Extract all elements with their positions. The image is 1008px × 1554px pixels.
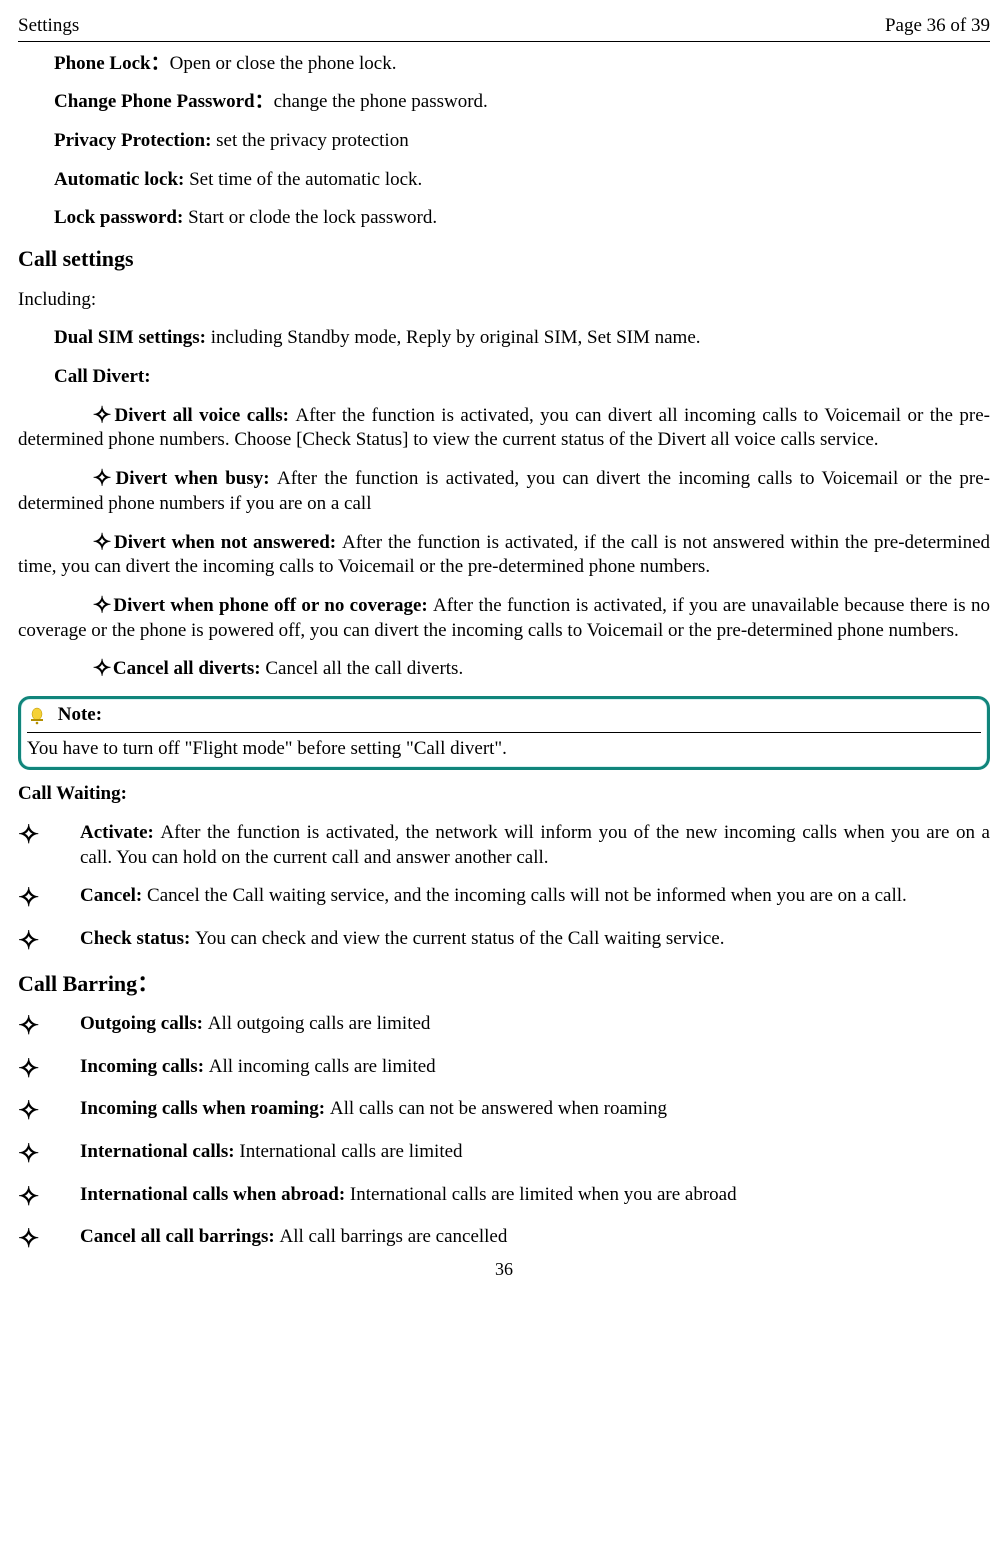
bell-icon [27, 706, 47, 726]
divert-all-voice-label: Divert all voice calls: [115, 405, 296, 426]
divert-busy-label: Divert when busy: [115, 468, 276, 489]
diamond-icon: ✧ [13, 1010, 84, 1043]
lock-password-item: Lock password: Start or clode the lock p… [18, 206, 990, 231]
privacy-item: Privacy Protection: set the privacy prot… [18, 129, 990, 154]
diamond-icon: ✧ [13, 819, 84, 852]
call-waiting-cancel-text: Cancel the Call waiting service, and the… [147, 885, 907, 906]
barring-international-text: International calls are limited [239, 1141, 462, 1162]
barring-international-abroad-label: International calls when abroad: [80, 1184, 350, 1205]
call-waiting-activate-item: ✧ Activate: After the function is activa… [18, 821, 990, 870]
privacy-label: Privacy Protection: [54, 130, 216, 151]
header-title: Settings [18, 14, 79, 39]
diamond-icon: ✧ [48, 528, 112, 557]
barring-international-abroad-text: International calls are limited when you… [350, 1184, 737, 1205]
barring-international-label: International calls: [80, 1141, 239, 1162]
header-page-indicator: Page 36 of 39 [885, 14, 990, 39]
automatic-lock-label: Automatic lock: [54, 169, 189, 190]
barring-cancel-all-text: All call barrings are cancelled [279, 1226, 507, 1247]
divert-busy-item: ✧ Divert when busy: After the function i… [18, 467, 990, 516]
call-waiting-activate-text: After the function is activated, the net… [80, 822, 990, 868]
call-waiting-check-label: Check status: [80, 928, 195, 949]
phone-lock-label: Phone Lock： [54, 53, 170, 74]
cancel-all-diverts-text: Cancel all the call diverts. [265, 658, 463, 679]
call-waiting-cancel-label: Cancel: [80, 885, 147, 906]
call-waiting-check-item: ✧ Check status: You can check and view t… [18, 927, 990, 956]
diamond-icon: ✧ [13, 1180, 84, 1213]
dual-sim-text: including Standby mode, Reply by origina… [211, 327, 701, 348]
change-password-item: Change Phone Password：change the phone p… [18, 90, 990, 115]
barring-outgoing-text: All outgoing calls are limited [208, 1013, 431, 1034]
diamond-icon: ✧ [13, 1053, 84, 1086]
call-settings-heading: Call settings [18, 245, 990, 274]
phone-lock-text: Open or close the phone lock. [170, 53, 397, 74]
note-title: Note: [58, 704, 102, 725]
barring-roaming-text: All calls can not be answered when roami… [330, 1098, 667, 1119]
call-waiting-activate-label: Activate: [80, 822, 160, 843]
including-text: Including: [18, 288, 990, 313]
divert-no-coverage-label: Divert when phone off or no coverage: [113, 595, 433, 616]
barring-incoming-item: ✧ Incoming calls: All incoming calls are… [18, 1055, 990, 1084]
barring-roaming-item: ✧ Incoming calls when roaming: All calls… [18, 1097, 990, 1126]
page-number: 36 [18, 1258, 990, 1281]
barring-incoming-text: All incoming calls are limited [209, 1056, 436, 1077]
divert-no-coverage-item: ✧ Divert when phone off or no coverage: … [18, 594, 990, 643]
call-barring-heading: Call Barring： [18, 970, 990, 999]
barring-cancel-all-label: Cancel all call barrings: [80, 1226, 279, 1247]
privacy-text: set the privacy protection [216, 130, 409, 151]
barring-international-abroad-item: ✧ International calls when abroad: Inter… [18, 1183, 990, 1212]
page-header: Settings Page 36 of 39 [18, 14, 990, 42]
divert-not-answered-label: Divert when not answered: [114, 532, 342, 553]
lock-password-text: Start or clode the lock password. [188, 207, 437, 228]
barring-incoming-label: Incoming calls: [80, 1056, 209, 1077]
diamond-icon: ✧ [13, 1095, 84, 1128]
call-waiting-cancel-item: ✧ Cancel: Cancel the Call waiting servic… [18, 884, 990, 913]
cancel-all-diverts-label: Cancel all diverts: [113, 658, 266, 679]
note-body: You have to turn off "Flight mode" befor… [27, 738, 507, 759]
diamond-icon: ✧ [13, 1223, 84, 1256]
automatic-lock-text: Set time of the automatic lock. [189, 169, 422, 190]
diamond-icon: ✧ [48, 401, 112, 430]
phone-lock-item: Phone Lock：Open or close the phone lock. [18, 52, 990, 77]
diamond-icon: ✧ [13, 882, 84, 915]
note-divider [27, 732, 981, 733]
barring-outgoing-label: Outgoing calls: [80, 1013, 208, 1034]
diamond-icon: ✧ [48, 654, 112, 683]
barring-cancel-all-item: ✧ Cancel all call barrings: All call bar… [18, 1225, 990, 1254]
diamond-icon: ✧ [13, 925, 84, 958]
diamond-icon: ✧ [48, 591, 112, 620]
call-waiting-check-text: You can check and view the current statu… [195, 928, 724, 949]
cancel-all-diverts-item: ✧ Cancel all diverts: Cancel all the cal… [18, 657, 990, 682]
change-password-text: change the phone password. [274, 91, 488, 112]
dual-sim-label: Dual SIM settings: [54, 327, 211, 348]
dual-sim-item: Dual SIM settings: including Standby mod… [18, 326, 990, 351]
barring-roaming-label: Incoming calls when roaming: [80, 1098, 330, 1119]
call-divert-heading: Call Divert: [18, 365, 990, 390]
diamond-icon: ✧ [48, 464, 112, 493]
barring-international-item: ✧ International calls: International cal… [18, 1140, 990, 1169]
lock-password-label: Lock password: [54, 207, 188, 228]
call-waiting-heading: Call Waiting: [18, 782, 990, 807]
diamond-icon: ✧ [13, 1138, 84, 1171]
barring-outgoing-item: ✧ Outgoing calls: All outgoing calls are… [18, 1012, 990, 1041]
change-password-label: Change Phone Password： [54, 91, 274, 112]
automatic-lock-item: Automatic lock: Set time of the automati… [18, 168, 990, 193]
note-box: Note: You have to turn off "Flight mode"… [18, 696, 990, 770]
divert-not-answered-item: ✧ Divert when not answered: After the fu… [18, 531, 990, 580]
divert-all-voice-item: ✧ Divert all voice calls: After the func… [18, 404, 990, 453]
